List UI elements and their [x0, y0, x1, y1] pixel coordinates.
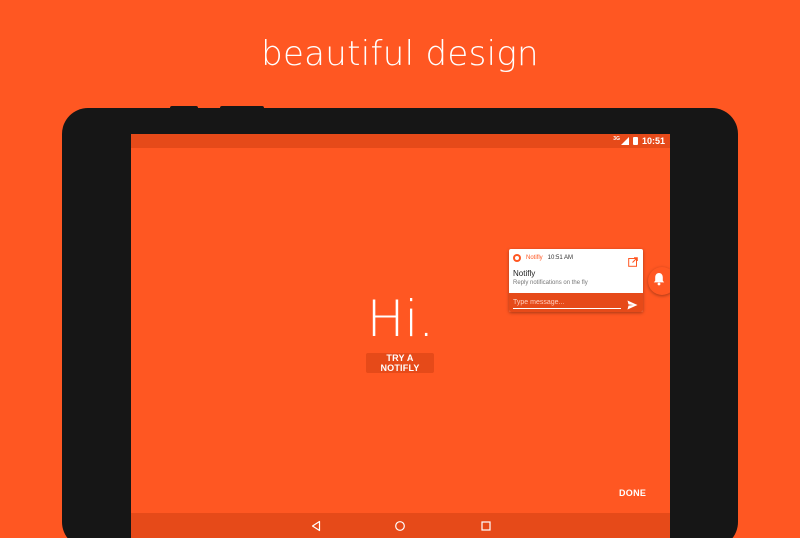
recents-icon[interactable]: [480, 519, 492, 537]
reply-message-input[interactable]: [513, 297, 621, 309]
network-type: 3G: [613, 136, 620, 142]
battery-icon: [632, 137, 638, 145]
headline: beautiful design: [261, 34, 539, 74]
send-icon[interactable]: [627, 297, 638, 315]
notification-text: Reply notifications on the fly: [513, 280, 588, 286]
tablet-screen: 3G 10:51 Hi. TRY A NOTIFLY Notifly 10:51…: [131, 134, 670, 538]
notifly-bubble[interactable]: [648, 267, 670, 295]
home-icon[interactable]: [394, 519, 406, 537]
status-time: 10:51: [641, 136, 665, 146]
back-icon[interactable]: [310, 519, 322, 537]
reply-bar: [509, 293, 643, 312]
notification-app-name: Notifly: [526, 255, 543, 261]
bell-icon: [653, 272, 665, 291]
open-in-new-icon[interactable]: [628, 254, 638, 272]
status-bar: 3G 10:51: [131, 134, 670, 148]
notification-card[interactable]: Notifly 10:51 AM Notifly Reply notificat…: [509, 249, 643, 312]
notifly-app-icon: [513, 254, 521, 262]
notification-title: Notifly: [513, 269, 536, 278]
signal-icon: [620, 137, 629, 145]
done-button[interactable]: DONE: [619, 488, 646, 498]
notification-header: Notifly 10:51 AM: [513, 254, 573, 262]
notification-time: 10:51 AM: [547, 255, 574, 261]
try-notifly-button[interactable]: TRY A NOTIFLY: [366, 353, 434, 373]
navigation-bar: [131, 513, 670, 538]
